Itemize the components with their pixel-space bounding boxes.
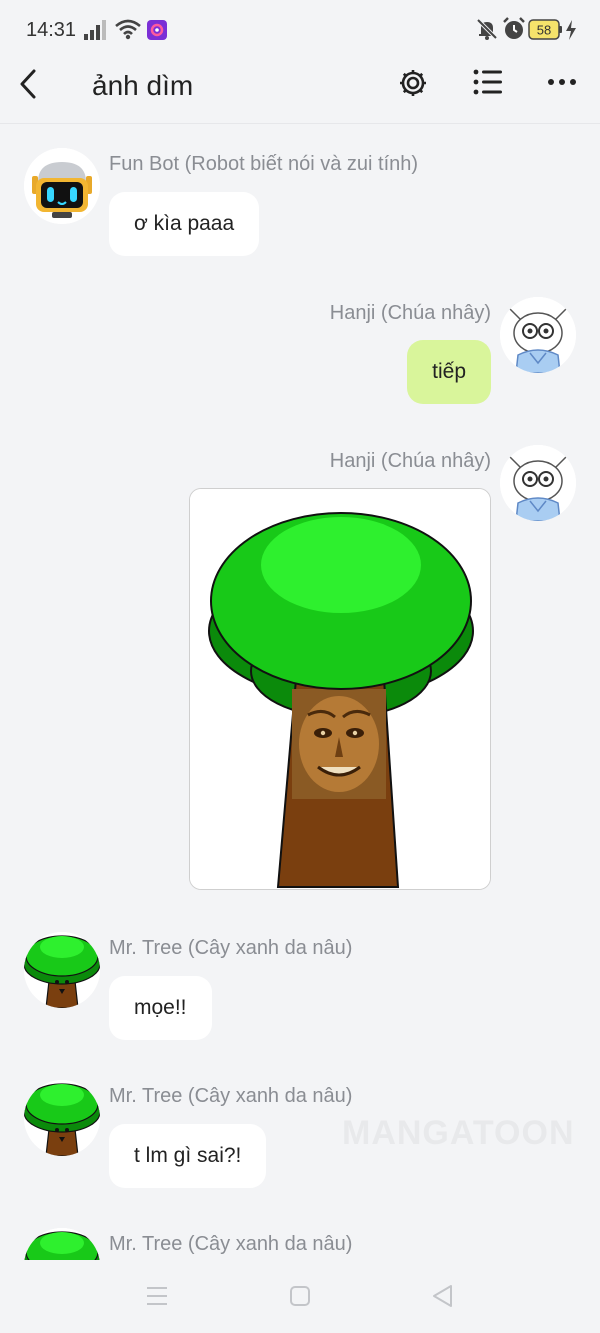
more-dots-icon[interactable]	[547, 78, 577, 86]
mrtree-avatar[interactable]	[24, 1080, 100, 1156]
alarm-icon	[503, 17, 525, 39]
status-time: 14:31	[26, 19, 77, 41]
sender-name: Mr. Tree (Cây xanh da nâu)	[109, 1233, 353, 1255]
back-icon[interactable]	[16, 68, 42, 100]
mute-bell-icon	[476, 18, 498, 40]
sender-name: Hanji (Chúa nhây)	[329, 302, 491, 324]
settings-gear-icon[interactable]	[398, 68, 428, 98]
chat-title: ảnh dìm	[92, 70, 194, 101]
battery-icon: 58	[528, 19, 562, 40]
sender-name: Fun Bot (Robot biết nói và zui tính)	[109, 153, 419, 175]
mrtree-avatar[interactable]	[24, 1228, 100, 1260]
nav-back-icon[interactable]	[431, 1284, 453, 1308]
signal-icon	[84, 20, 106, 40]
app-notification-icon	[147, 20, 167, 40]
hanji-avatar[interactable]	[500, 445, 576, 521]
mrtree-avatar[interactable]	[24, 932, 100, 1008]
funbot-avatar[interactable]	[24, 148, 100, 224]
wifi-icon	[115, 19, 141, 40]
message-bubble[interactable]: mọe!!	[109, 976, 212, 1040]
sender-name: Mr. Tree (Cây xanh da nâu)	[109, 1085, 353, 1107]
system-nav-bar	[0, 1260, 600, 1333]
message-bubble[interactable]: t lm gì sai?!	[109, 1124, 267, 1188]
nav-menu-icon[interactable]	[146, 1286, 168, 1306]
chat-messages[interactable]: Fun Bot (Robot biết nói và zui tính) ơ k…	[0, 124, 600, 1260]
sender-name: Mr. Tree (Cây xanh da nâu)	[109, 937, 353, 959]
sender-name: Hanji (Chúa nhây)	[329, 450, 491, 472]
chat-header: ảnh dìm	[0, 60, 600, 124]
message-bubble[interactable]: ơ kìa paaa	[109, 192, 260, 256]
charging-icon	[566, 20, 576, 40]
list-menu-icon[interactable]	[473, 69, 503, 95]
tree-face-image	[190, 489, 490, 889]
nav-home-icon[interactable]	[289, 1285, 311, 1307]
battery-level: 58	[537, 23, 551, 38]
message-bubble[interactable]: tiếp	[407, 340, 491, 404]
watermark: MANGATOON	[342, 1114, 575, 1152]
hanji-avatar[interactable]	[500, 297, 576, 373]
image-message[interactable]	[189, 488, 491, 890]
status-bar: 14:31 58	[0, 0, 600, 60]
